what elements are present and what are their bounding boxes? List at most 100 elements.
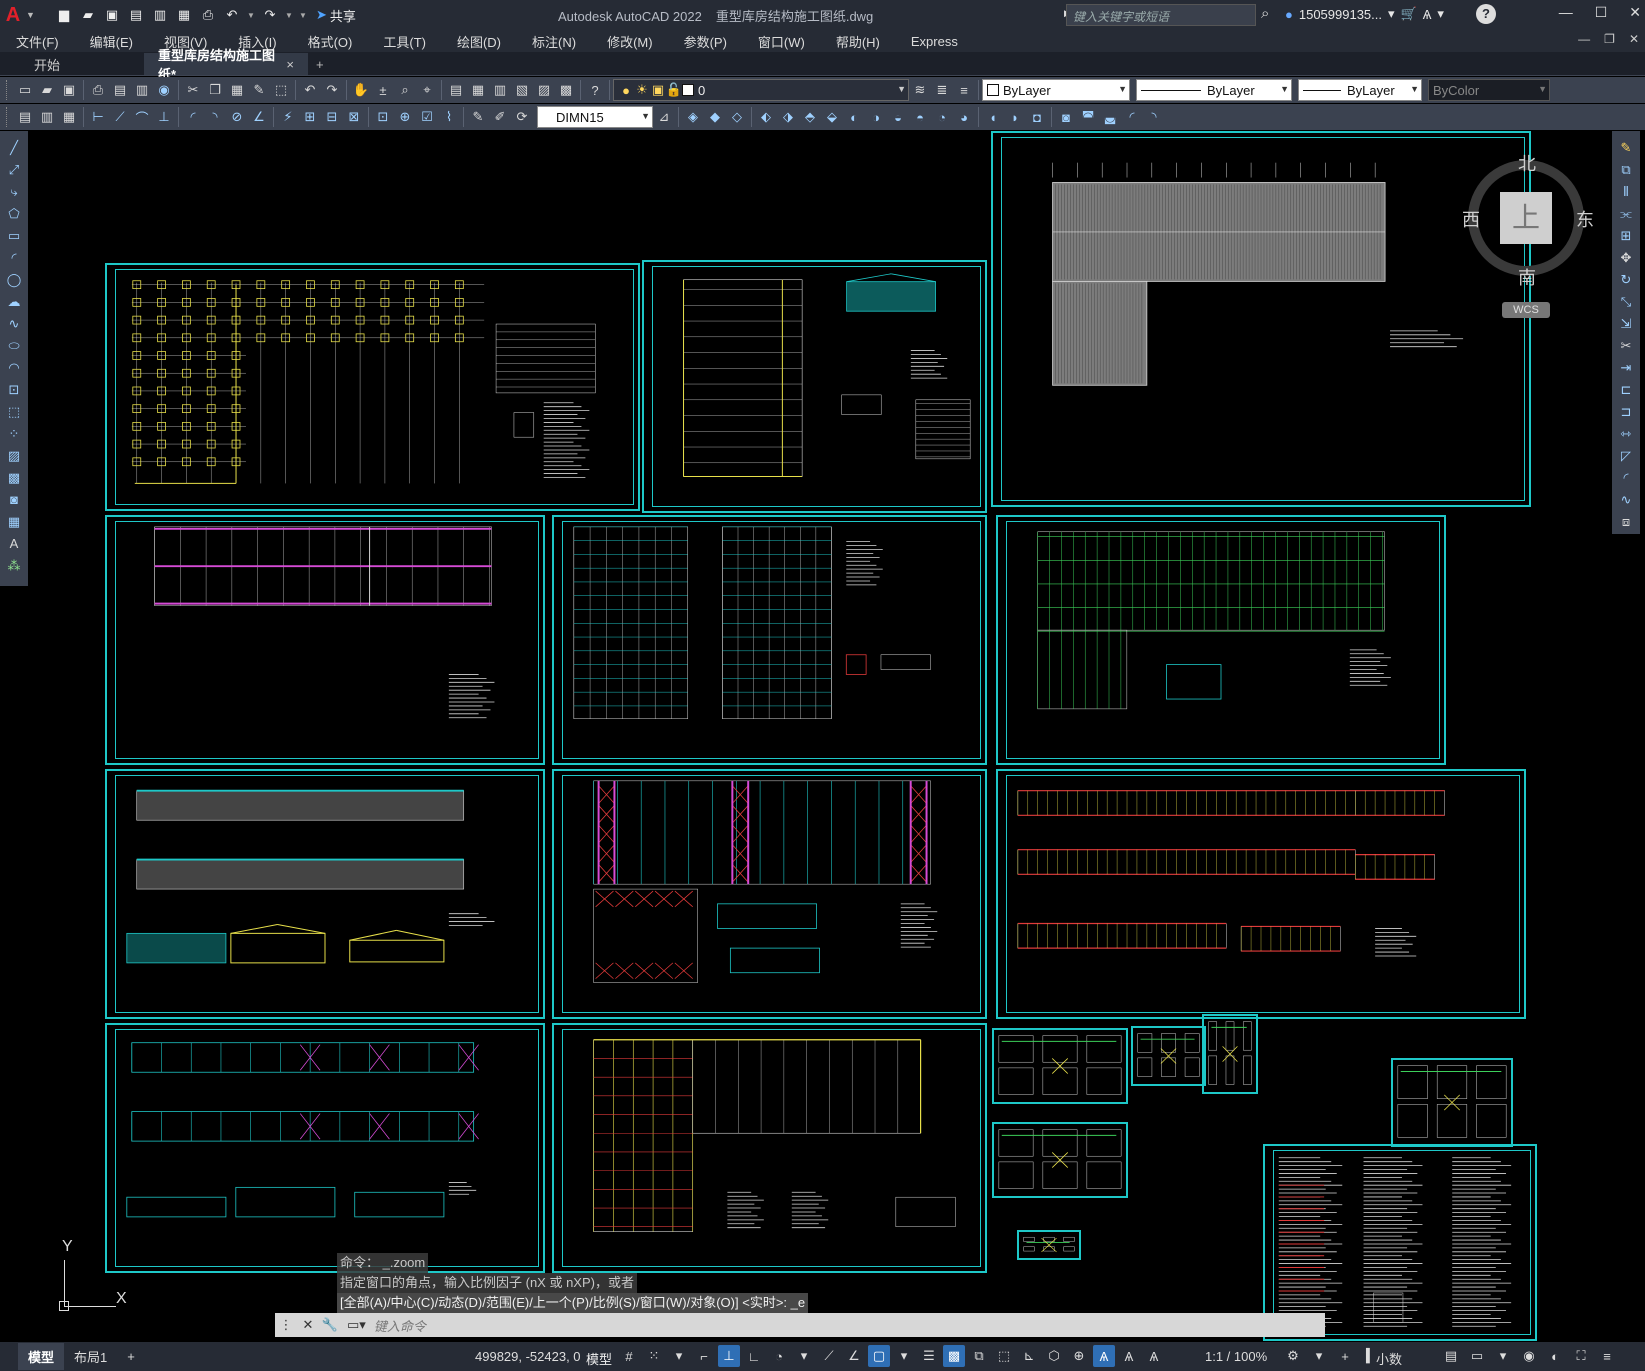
layer-combo[interactable]: ● ☀ ▣ 🔓 0 ▼ — [613, 79, 909, 101]
app-menu-caret-icon[interactable]: ▼ — [26, 10, 38, 20]
menu-file[interactable]: 文件(F) — [0, 32, 72, 51]
line-icon[interactable]: ╱ — [3, 137, 25, 158]
drawing-sheet[interactable] — [552, 1023, 987, 1273]
osnap-icon[interactable]: ▢ — [868, 1345, 890, 1367]
zoom-realtime-icon[interactable]: ± — [372, 79, 394, 101]
linetype-dropdown-icon[interactable]: ▼ — [1280, 84, 1289, 94]
viewcube-south[interactable]: 南 — [1518, 264, 1536, 290]
modify-tool-3-icon[interactable]: ◇ — [726, 106, 748, 128]
coordinates-readout[interactable]: 499829, -52423, 0 — [475, 1349, 581, 1364]
workspace-dropdown-icon[interactable]: ▾ — [1308, 1345, 1330, 1367]
dim-diameter-icon[interactable]: ⊘ — [226, 106, 248, 128]
erase-icon[interactable]: ✎ — [1615, 137, 1637, 158]
layer-properties-icon[interactable]: ≣ — [931, 79, 953, 101]
layer-lock-icon[interactable]: 🔓 — [666, 79, 682, 101]
markup-icon[interactable]: ▨ — [533, 79, 555, 101]
ellipse-arc-icon[interactable]: ◠ — [3, 357, 25, 378]
isolate-objects-icon[interactable]: ◉ — [1518, 1345, 1540, 1367]
dim-continue-icon[interactable]: ⊟ — [321, 106, 343, 128]
modify-tool-4-icon[interactable]: ⬖ — [755, 106, 777, 128]
modify-tool-20-icon[interactable]: ◜ — [1121, 106, 1143, 128]
layer-tool-2-icon[interactable]: ▥ — [36, 106, 58, 128]
undo-dropdown-icon[interactable]: ▼ — [246, 5, 256, 25]
workspace-gear-icon[interactable]: ⚙ — [1282, 1345, 1304, 1367]
customize-status-icon[interactable]: ≡ — [1596, 1345, 1618, 1367]
drawing-sheet[interactable] — [105, 769, 545, 1019]
save-as-icon[interactable]: ▤ — [126, 5, 146, 25]
polyline-icon[interactable]: ⤷ — [3, 181, 25, 202]
modify-tool-18-icon[interactable]: ◚ — [1077, 106, 1099, 128]
gizmo-icon[interactable]: ⊕ — [1068, 1345, 1090, 1367]
sheetset-icon[interactable]: ▧ — [511, 79, 533, 101]
dim-text-edit-icon[interactable]: ✐ — [489, 106, 511, 128]
table-icon[interactable]: ▦ — [3, 511, 25, 532]
inspect-icon[interactable]: ☑ — [416, 106, 438, 128]
annotation-scale-value[interactable]: 1:1 / 100% — [1205, 1349, 1267, 1364]
menu-parametric[interactable]: 参数(P) — [666, 32, 740, 51]
drawing-sheet[interactable] — [1017, 1230, 1081, 1260]
search-input[interactable]: 键入关键字或短语 — [1066, 4, 1256, 26]
circle-icon[interactable]: ◯ — [3, 269, 25, 290]
color-combo[interactable]: ByLayer ▼ — [982, 79, 1130, 101]
tolerance-icon[interactable]: ⊡ — [372, 106, 394, 128]
ellipse-icon[interactable]: ⬭ — [3, 335, 25, 356]
modify-tool-14-icon[interactable]: ◖ — [982, 106, 1004, 128]
layer-previous-icon[interactable]: ≡ — [953, 79, 975, 101]
modify-tool-16-icon[interactable]: ◘ — [1026, 106, 1048, 128]
clean-screen-icon[interactable]: ⛶ — [1570, 1345, 1592, 1367]
command-customize-icon[interactable]: 🔧 — [319, 1317, 341, 1333]
share-button[interactable]: ➤ 共享 — [316, 6, 356, 25]
quick-properties-icon[interactable]: ▤ — [1440, 1345, 1462, 1367]
a360-icon[interactable]: Ѧ — [1423, 7, 1432, 22]
dim-angular-icon[interactable]: ∠ — [248, 106, 270, 128]
grid-icon[interactable]: # — [618, 1345, 640, 1367]
trim-icon[interactable]: ✂ — [1615, 335, 1637, 356]
polygon-icon[interactable]: ⬠ — [3, 203, 25, 224]
recent-commands-icon[interactable]: ▭▾ — [341, 1317, 366, 1333]
lineweight-combo[interactable]: ByLayer ▼ — [1298, 79, 1422, 101]
drawing-sheet[interactable] — [1263, 1144, 1537, 1341]
menu-modify[interactable]: 修改(M) — [589, 32, 666, 51]
dim-jogged-icon[interactable]: ◝ — [204, 106, 226, 128]
menu-express[interactable]: Express — [893, 34, 971, 49]
chamfer-icon[interactable]: ◸ — [1615, 445, 1637, 466]
arc-icon[interactable]: ◜ — [3, 247, 25, 268]
viewcube-east[interactable]: 东 — [1576, 206, 1594, 232]
transparency-icon[interactable]: ▩ — [943, 1345, 965, 1367]
isodraft-icon[interactable]: ⟋ — [818, 1345, 840, 1367]
command-line-grip[interactable]: ⋮ — [275, 1317, 297, 1333]
modify-tool-12-icon[interactable]: ◔ — [931, 106, 953, 128]
modify-tool-13-icon[interactable]: ◕ — [953, 106, 975, 128]
jogged-linear-icon[interactable]: ⌇ — [438, 106, 460, 128]
customize-qat-icon[interactable]: ▼ — [298, 5, 308, 25]
gradient-icon[interactable]: ▩ — [3, 467, 25, 488]
menu-edit[interactable]: 编辑(E) — [72, 32, 146, 51]
new-tab-button[interactable]: + — [308, 53, 332, 75]
toolbar-grip[interactable] — [6, 107, 10, 127]
pan-icon[interactable]: ✋ — [350, 79, 372, 101]
redo-icon[interactable]: ↷ — [260, 5, 280, 25]
region-icon[interactable]: ◙ — [3, 489, 25, 510]
properties-icon[interactable]: ▤ — [445, 79, 467, 101]
snap-icon[interactable]: ⁙ — [643, 1345, 665, 1367]
user-dropdown-icon[interactable]: ▾ — [1388, 6, 1395, 22]
color-dropdown-icon[interactable]: ▼ — [1118, 84, 1127, 94]
annotation-monitor-icon[interactable]: + — [1334, 1345, 1356, 1367]
user-account[interactable]: ● 1505999135... ▾ 🛒 Ѧ ▾ — [1285, 6, 1444, 22]
dim-baseline-icon[interactable]: ⊞ — [299, 106, 321, 128]
menu-window[interactable]: 窗口(W) — [740, 32, 818, 51]
dimstyle-dropdown-icon[interactable]: ▼ — [641, 111, 650, 121]
tab-layout1[interactable]: 布局1 — [64, 1343, 117, 1370]
modify-tool-17-icon[interactable]: ◙ — [1055, 106, 1077, 128]
stretch-icon[interactable]: ⇲ — [1615, 313, 1637, 334]
move-icon[interactable]: ✥ — [1615, 247, 1637, 268]
drawing-sheet[interactable] — [996, 515, 1446, 765]
close-icon[interactable]: ✕ — [1629, 4, 1641, 21]
drawing-sheet[interactable] — [1391, 1058, 1513, 1147]
cut-icon[interactable]: ✂ — [182, 79, 204, 101]
offset-icon[interactable]: ⫘ — [1615, 203, 1637, 224]
drawing-sheet[interactable] — [992, 1122, 1128, 1198]
menu-help[interactable]: 帮助(H) — [818, 32, 893, 51]
modify-tool-9-icon[interactable]: ◑ — [865, 106, 887, 128]
dimstyle-manager-icon[interactable]: ⊿ — [653, 106, 675, 128]
